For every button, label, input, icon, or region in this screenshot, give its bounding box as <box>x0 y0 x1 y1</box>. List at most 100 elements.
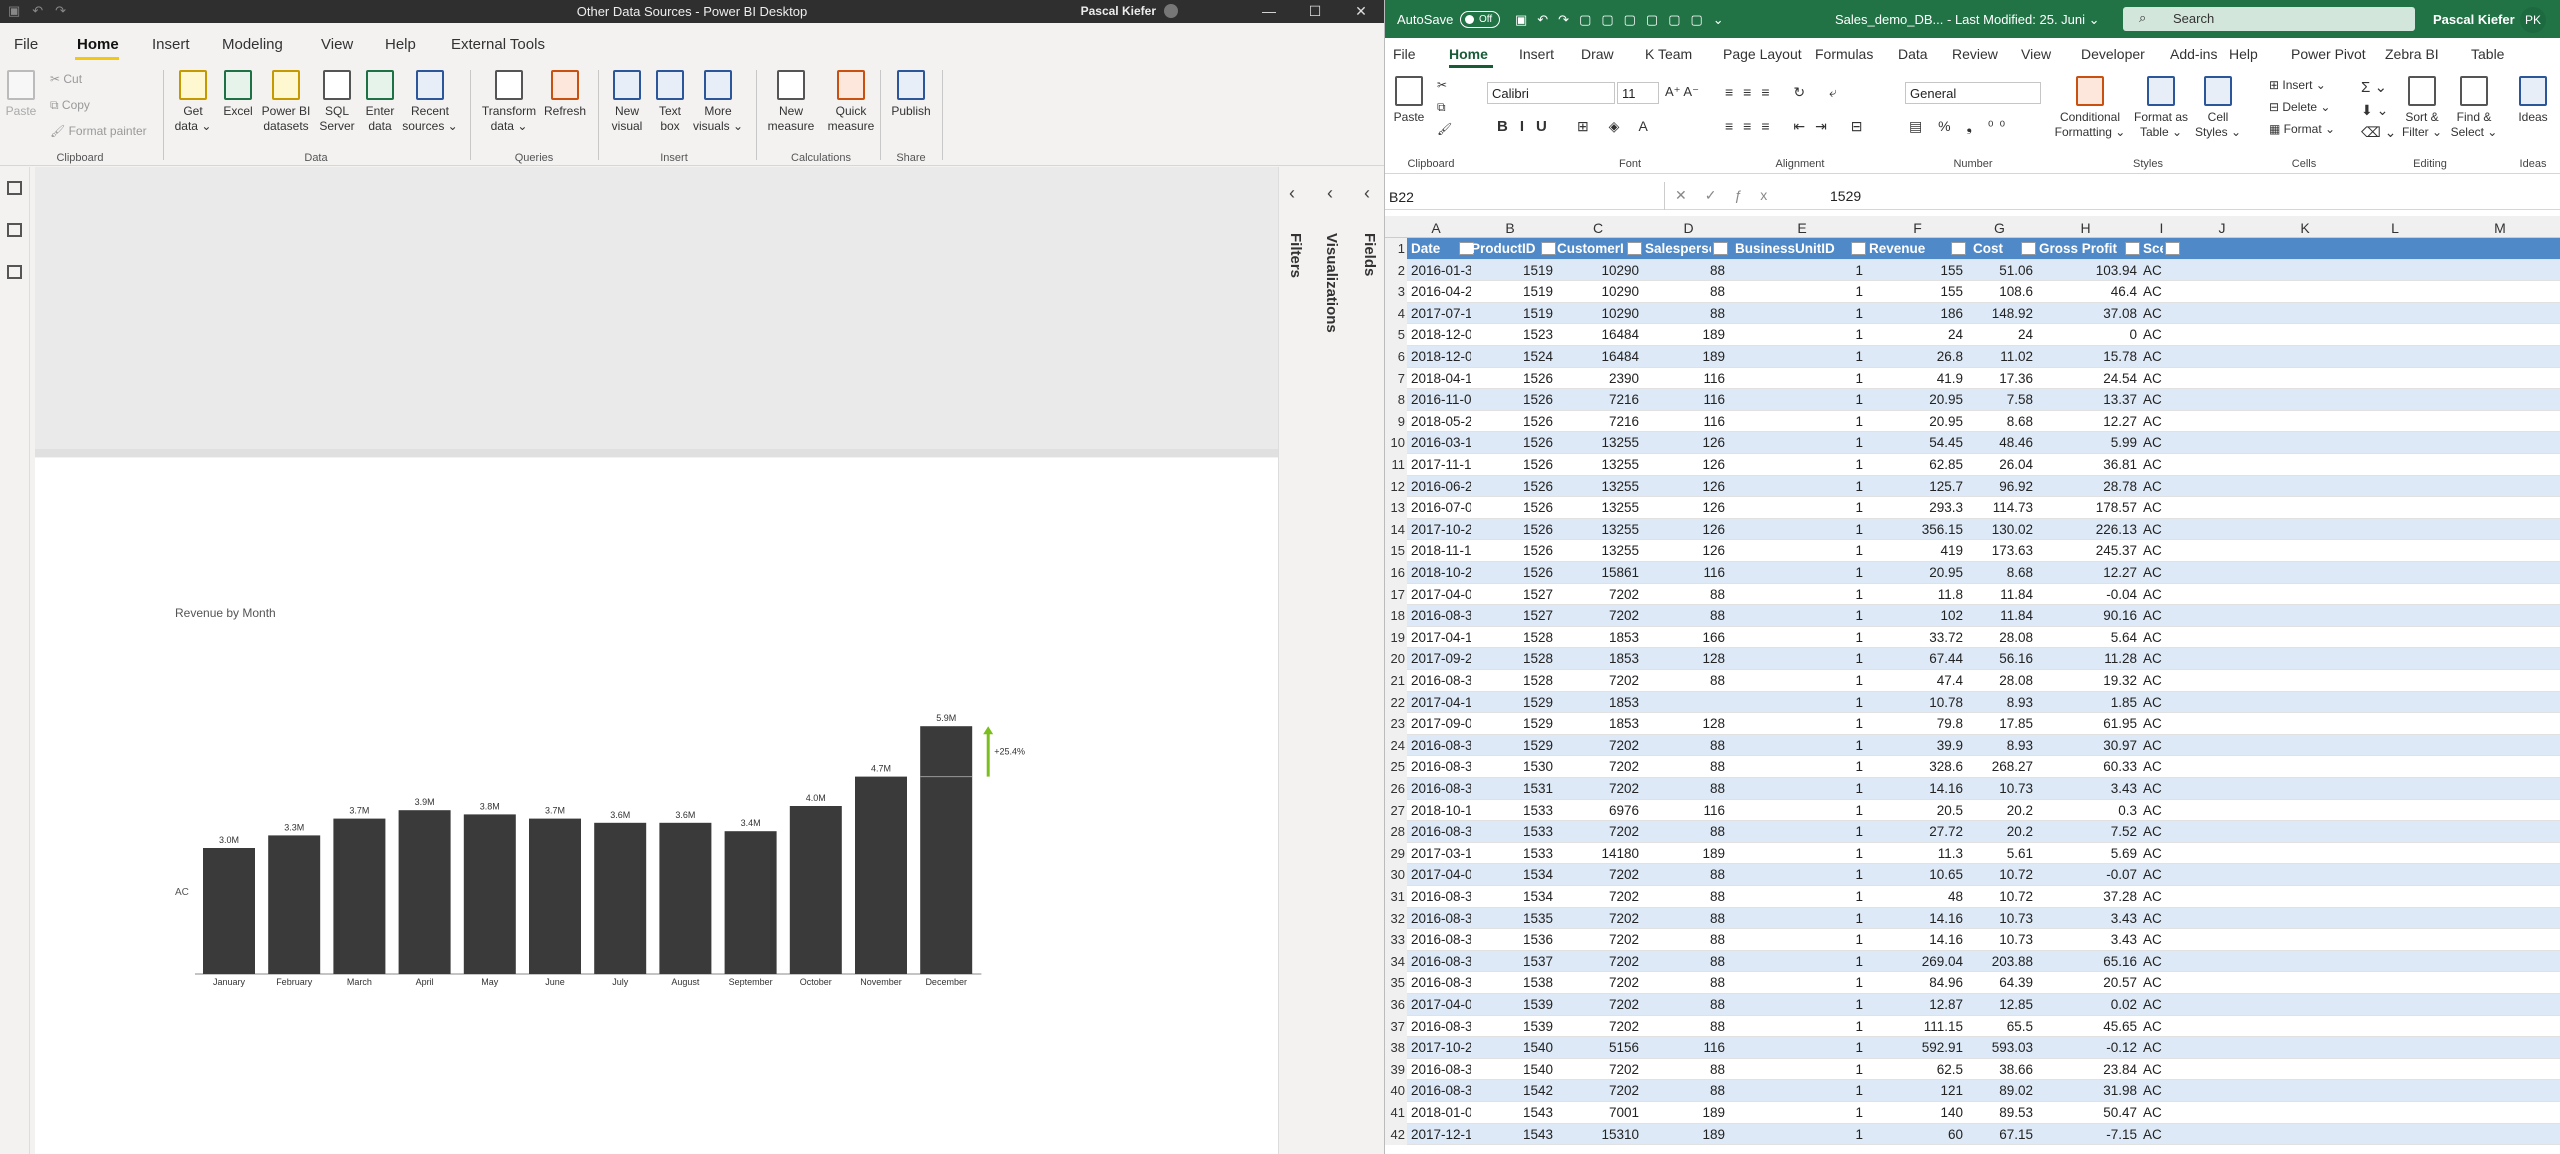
menu-modeling[interactable]: Modeling <box>222 36 283 53</box>
cell[interactable]: 10.73 <box>1973 911 2033 926</box>
cell[interactable]: 3.43 <box>2039 781 2137 796</box>
spreadsheet-grid[interactable]: ABCDEFGHIJKLM 1 Date ProductID CustomerI Sal… <box>1385 216 2560 1154</box>
tab-review[interactable]: Review <box>1952 46 1998 62</box>
cell[interactable]: 12.85 <box>1973 997 2033 1012</box>
cell[interactable]: 1 <box>1735 867 1863 882</box>
cell[interactable]: 1 <box>1735 392 1863 407</box>
cell[interactable]: 1 <box>1735 457 1863 472</box>
cell[interactable]: 88 <box>1645 587 1725 602</box>
cell[interactable]: AC <box>2143 263 2177 278</box>
cell[interactable]: 61.95 <box>2039 716 2137 731</box>
filter-dropdown-icon[interactable] <box>2021 242 2036 255</box>
cell[interactable]: 88 <box>1645 738 1725 753</box>
cell[interactable]: 65.5 <box>1973 1019 2033 1034</box>
find-select-button[interactable]: Find & Select ⌄ <box>2449 76 2499 140</box>
cell[interactable]: 50.47 <box>2039 1105 2137 1120</box>
column-header[interactable]: L <box>2351 220 2439 236</box>
cell[interactable]: 8.68 <box>1973 414 2033 429</box>
cell[interactable]: 88 <box>1645 1083 1725 1098</box>
table-row[interactable]: 2017-09-011529 1853 128 1 79.8 17.85 61.95 AC <box>1407 713 2560 735</box>
cell[interactable]: 88 <box>1645 975 1725 990</box>
cell[interactable]: 88 <box>1645 608 1725 623</box>
cell[interactable]: 148.92 <box>1973 306 2033 321</box>
filters-pane-tab[interactable]: Filters <box>1287 233 1304 278</box>
cell[interactable]: 1537 <box>1471 954 1553 969</box>
cell[interactable]: AC <box>2143 435 2177 450</box>
cell[interactable]: 1 <box>1735 716 1863 731</box>
cell[interactable]: 3.43 <box>2039 932 2137 947</box>
column-header[interactable]: H <box>2032 220 2139 236</box>
cell[interactable]: 1 <box>1735 414 1863 429</box>
cell[interactable]: 28.08 <box>1973 630 2033 645</box>
tab-formulas[interactable]: Formulas <box>1815 46 1873 62</box>
column-header[interactable]: F <box>1868 220 1967 236</box>
filter-dropdown-icon[interactable] <box>1627 242 1642 255</box>
cell[interactable]: 2016-08-31 <box>1411 824 1471 839</box>
column-title[interactable]: ProductID <box>1471 241 1539 256</box>
cell[interactable]: 60.33 <box>2039 759 2137 774</box>
table-header-row[interactable]: Date ProductID CustomerI SalespersonID Busin… <box>1407 238 2560 260</box>
cell[interactable]: 54.45 <box>1869 435 1963 450</box>
cell[interactable]: 24 <box>1973 327 2033 342</box>
filter-dropdown-icon[interactable] <box>2165 242 2180 255</box>
cell[interactable]: 1519 <box>1471 284 1553 299</box>
delete-cells-button[interactable]: ⊟ Delete ⌄ <box>2269 100 2330 114</box>
cell[interactable]: 1 <box>1735 803 1863 818</box>
cell[interactable]: 1526 <box>1471 414 1553 429</box>
table-row[interactable]: 2018-01-041543 7001 189 1 140 89.53 50.47 AC <box>1407 1102 2560 1124</box>
bar-july[interactable] <box>594 822 647 974</box>
row-header[interactable]: 35 <box>1385 972 1407 994</box>
cell[interactable]: 1528 <box>1471 630 1553 645</box>
cell[interactable]: 12.87 <box>1869 997 1963 1012</box>
cell[interactable]: 1853 <box>1557 695 1639 710</box>
cell[interactable]: 1 <box>1735 889 1863 904</box>
cell[interactable]: 8.93 <box>1973 738 2033 753</box>
cell[interactable]: 0.02 <box>2039 997 2137 1012</box>
row-header[interactable]: 30 <box>1385 864 1407 886</box>
cell[interactable]: 11.28 <box>2039 651 2137 666</box>
cell[interactable]: 13255 <box>1557 479 1639 494</box>
cell[interactable]: 189 <box>1645 349 1725 364</box>
cell[interactable]: 88 <box>1645 824 1725 839</box>
cell[interactable]: 88 <box>1645 889 1725 904</box>
chevron-left-icon[interactable]: ‹ <box>1364 183 1370 204</box>
cell[interactable]: 1526 <box>1471 565 1553 580</box>
cell[interactable]: 1526 <box>1471 371 1553 386</box>
alignment-icons[interactable]: ≡≡≡ ↻ ⤶ <box>1725 84 1847 101</box>
cell[interactable]: 27.72 <box>1869 824 1963 839</box>
cell[interactable]: 1 <box>1735 1083 1863 1098</box>
font-name-select[interactable]: Calibri <box>1487 82 1615 104</box>
get-data-button[interactable]: Get data ⌄ <box>170 70 216 134</box>
row-header[interactable]: 14 <box>1385 518 1407 541</box>
quick-access-icons[interactable]: ▣↶↷▢▢▢▢▢▢⌄ <box>1515 12 1734 28</box>
cell[interactable]: 2016-08-31 <box>1411 889 1471 904</box>
cell[interactable]: 1533 <box>1471 846 1553 861</box>
tab-zebra-bi[interactable]: Zebra BI <box>2385 46 2439 62</box>
row-header[interactable]: 34 <box>1385 950 1407 973</box>
cell[interactable]: 1 <box>1735 608 1863 623</box>
cell[interactable]: 1853 <box>1557 716 1639 731</box>
cell[interactable]: 88 <box>1645 759 1725 774</box>
cell[interactable]: 2017-11-15 <box>1411 457 1471 472</box>
cell[interactable]: 102 <box>1869 608 1963 623</box>
cell[interactable]: 2016-04-29 <box>1411 284 1471 299</box>
menu-view[interactable]: View <box>321 36 353 53</box>
cell[interactable]: AC <box>2143 738 2177 753</box>
cell[interactable]: AC <box>2143 716 2177 731</box>
cell[interactable]: 1 <box>1735 522 1863 537</box>
cell[interactable]: 1524 <box>1471 349 1553 364</box>
report-page[interactable]: Revenue by Month AC 3.0M January 3.3M Febru… <box>35 458 1278 1154</box>
cell[interactable]: 2016-08-31 <box>1411 738 1471 753</box>
autosum-icon[interactable]: Σ ⌄ <box>2361 78 2387 96</box>
cell[interactable]: 155 <box>1869 263 1963 278</box>
column-header[interactable]: M <box>2439 220 2560 236</box>
cell[interactable]: AC <box>2143 371 2177 386</box>
cell[interactable]: 7202 <box>1557 824 1639 839</box>
cell[interactable]: 1 <box>1735 630 1863 645</box>
recent-sources-button[interactable]: Recent sources ⌄ <box>402 70 458 134</box>
cell[interactable]: 88 <box>1645 867 1725 882</box>
column-header[interactable]: K <box>2259 220 2351 236</box>
cell[interactable]: 88 <box>1645 781 1725 796</box>
column-title[interactable]: Date <box>1411 241 1457 256</box>
ideas-button[interactable]: Ideas <box>2511 76 2555 125</box>
